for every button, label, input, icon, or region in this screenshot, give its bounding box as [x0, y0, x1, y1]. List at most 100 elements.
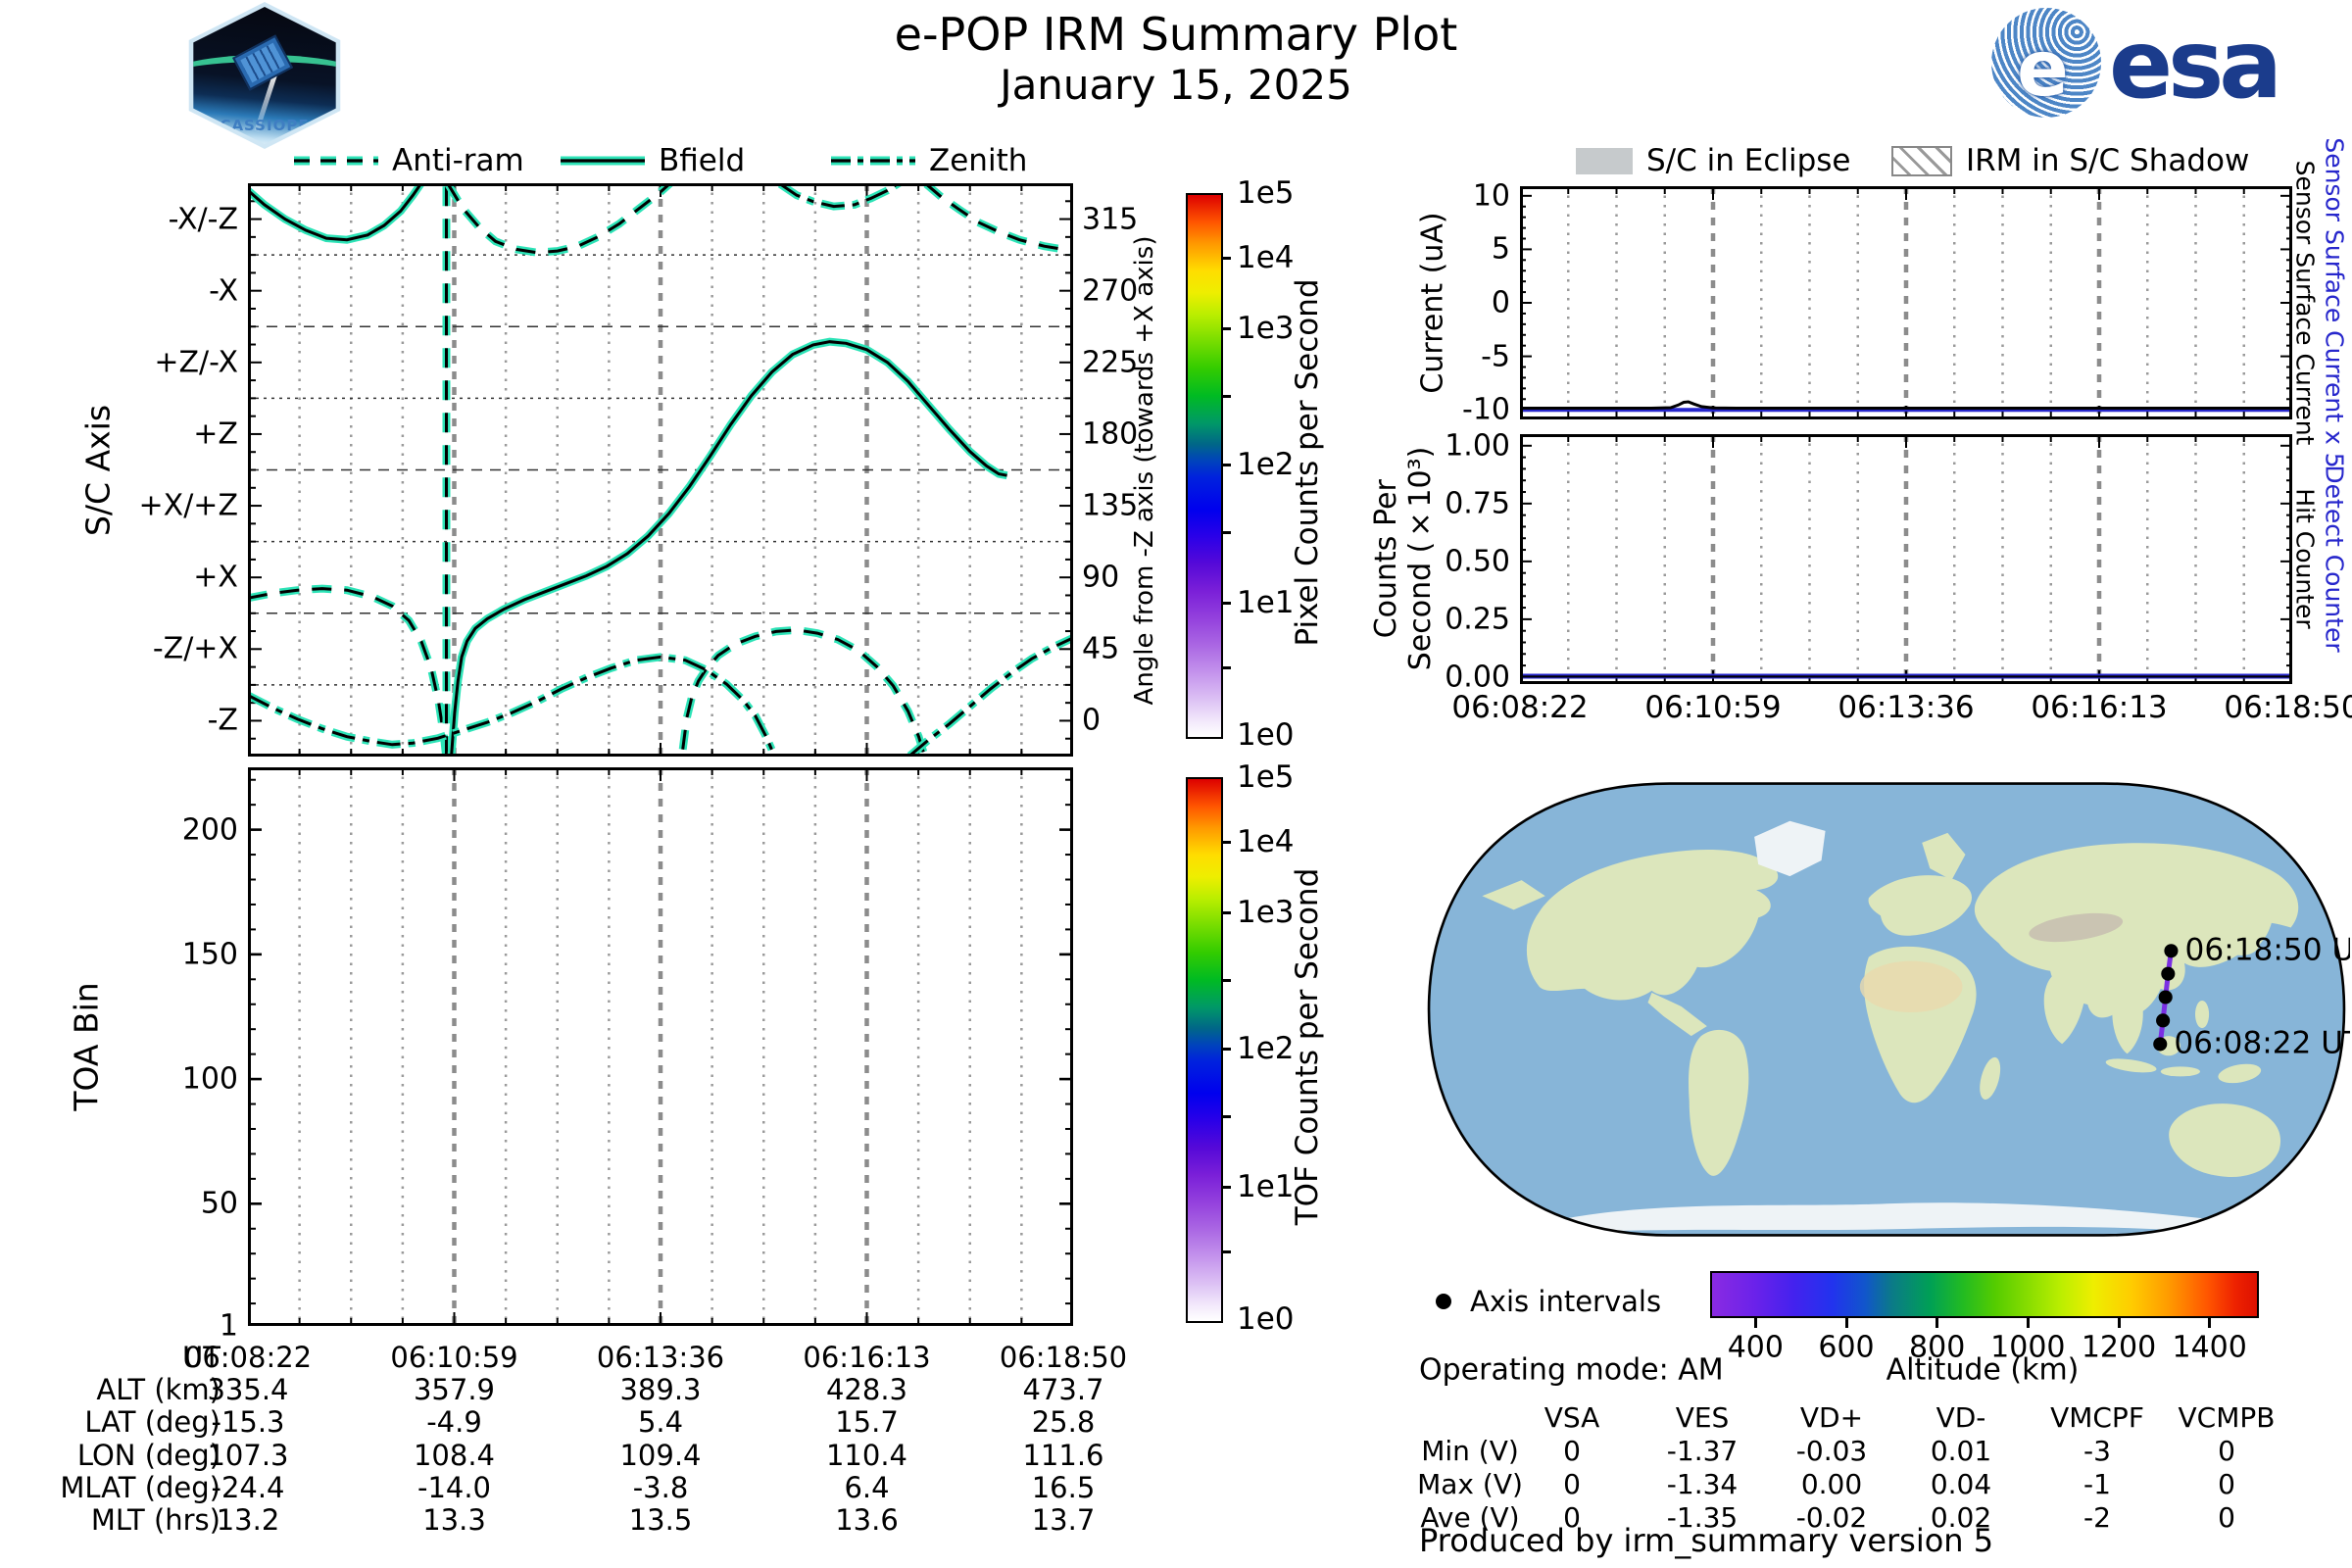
current-plot	[1520, 186, 2292, 419]
hit-counter-label: Hit Counter	[2290, 488, 2320, 629]
colorbar-minor-tick	[1221, 395, 1231, 399]
anti-ram-curve	[444, 183, 676, 257]
voltage-column-header: VD-	[1936, 1401, 1986, 1434]
track-end-time: 06:18:50 UT	[2185, 932, 2350, 967]
dashed-line-icon	[294, 156, 378, 166]
altitude-tick	[1844, 1316, 1848, 1328]
colorbar-tick	[1221, 327, 1231, 331]
attitude-plot	[248, 183, 1073, 757]
zenith-curve-core	[248, 655, 776, 757]
colorbar-minor-tick	[1221, 665, 1231, 669]
attitude-ytick-label: -Z	[207, 703, 238, 738]
legend-label: Bfield	[659, 143, 746, 178]
ephemeris-row-label: MLT (hrs)	[90, 1503, 220, 1537]
cbar-pix-tick-label: 1e1	[1237, 584, 1295, 620]
ephemeris-cell: 13.7	[1031, 1503, 1096, 1537]
voltage-cell: -1.34	[1666, 1468, 1739, 1500]
zenith-curve-core	[908, 636, 1073, 757]
track-point-06:16:13	[2161, 966, 2176, 981]
time-tick-label: 06:18:50	[2224, 690, 2352, 725]
attitude-ylabel: S/C Axis	[78, 404, 118, 537]
new-zealand	[2308, 1168, 2327, 1193]
altitude-tick-label: 600	[1818, 1330, 1875, 1365]
eclipse-label: S/C in Eclipse	[1646, 143, 1851, 178]
ephemeris-cell: 25.8	[1031, 1405, 1096, 1439]
altitude-tick-label: 800	[1909, 1330, 1966, 1365]
ephemeris-row-label: ALT (km)	[96, 1373, 220, 1406]
current-ylabel: Current (uA)	[1415, 212, 1450, 394]
attitude-ytick-label: +Z	[193, 416, 238, 452]
ephemeris-row-label: LON (deg)	[76, 1439, 220, 1472]
sahara	[1859, 960, 1963, 1013]
voltage-cell: -0.02	[1795, 1501, 1868, 1534]
ephemeris-row-label: MLAT (deg)	[60, 1471, 220, 1504]
voltage-cell: 0	[1563, 1501, 1581, 1534]
voltage-cell: 0	[2218, 1435, 2235, 1467]
voltage-cell: 0.02	[1930, 1501, 1992, 1534]
current-ytick-label: -10	[1462, 392, 1510, 427]
altitude-tick-label: 1000	[1990, 1330, 2066, 1365]
colorbar-tick	[1221, 911, 1231, 915]
solid-line-icon	[561, 156, 645, 166]
colorbar-minor-tick	[1221, 979, 1231, 983]
toa-ytick-label: 150	[181, 937, 238, 972]
colorbar-minor-tick	[1221, 530, 1231, 534]
ephemeris-cell: -4.9	[426, 1405, 482, 1439]
cbar-pix-tick-label: 1e2	[1237, 446, 1295, 482]
voltage-cell: -2	[2083, 1501, 2111, 1534]
plot-att-svg	[248, 183, 1073, 757]
ephemeris-cell: 110.4	[825, 1439, 908, 1472]
cbar-pix-tick-label: 1e5	[1237, 175, 1295, 211]
voltage-cell: -0.03	[1795, 1435, 1868, 1467]
voltage-cell: -1.37	[1666, 1435, 1739, 1467]
current-ytick-label: 5	[1491, 231, 1510, 267]
time-tick-label: 06:16:13	[2031, 690, 2168, 725]
ephemeris-cell: 06:08:22	[183, 1341, 313, 1374]
eclipse-swatch	[1576, 147, 1633, 174]
operating-mode: Operating mode: AM	[1419, 1352, 1724, 1388]
ephemeris-cell: 107.3	[207, 1439, 289, 1472]
counters-ytick-label: 0.25	[1445, 602, 1510, 637]
voltage-cell: -3	[2083, 1435, 2111, 1467]
attitude-ytick-label: -X	[209, 273, 238, 309]
cbar-tof-tick-label: 1e4	[1237, 824, 1295, 860]
attitude-right-ytick-label: 315	[1082, 202, 1139, 237]
current-ytick-label: -5	[1481, 339, 1510, 374]
zenith-curve	[248, 653, 778, 757]
plot-toa-svg	[248, 767, 1073, 1326]
altitude-tick	[1753, 1316, 1757, 1328]
colorbar-tick	[1221, 1185, 1231, 1189]
legend-item-bfield: Bfield	[561, 143, 745, 178]
sensor-surface-current-x5-label: Sensor Surface Current x 5	[2320, 137, 2349, 468]
voltage-cell: 0	[1563, 1435, 1581, 1467]
voltage-row-label: Max (V)	[1417, 1468, 1523, 1500]
altitude-colorbar	[1710, 1271, 2259, 1318]
zenith-curve	[906, 634, 1073, 757]
track-point-06:10:59	[2156, 1013, 2171, 1028]
colorbar-tick	[1221, 257, 1231, 261]
esa-globe-icon: e	[1991, 8, 2101, 118]
pixel-colorbar-title: Pixel Counts per Second	[1290, 278, 1325, 647]
altitude-tick	[2026, 1316, 2030, 1328]
attitude-ytick-label: +X	[193, 560, 238, 595]
legend-item-zenith: Zenith	[831, 143, 1027, 178]
ephemeris-cell: 06:16:13	[803, 1341, 931, 1374]
anti-ram-curve-core	[446, 183, 673, 255]
attitude-right-ytick-label: 180	[1082, 416, 1139, 452]
ephemeris-cell: 15.7	[835, 1405, 899, 1439]
counters-ytick-label: 0.50	[1445, 544, 1510, 579]
anti-ram-curve-core	[681, 628, 926, 757]
ephemeris-cell: 335.4	[207, 1373, 289, 1406]
attitude-ytick-label: -X/-Z	[168, 202, 238, 237]
current-ytick-label: 0	[1491, 285, 1510, 320]
ephemeris-cell: 13.3	[422, 1503, 486, 1537]
track-point-06:08:22	[2153, 1037, 2168, 1052]
counters-ytick-label: 1.00	[1445, 428, 1510, 464]
axis-interval-dot-icon	[1436, 1294, 1451, 1309]
voltage-column-header: VMCPF	[2050, 1401, 2144, 1434]
toa-ylabel: TOA Bin	[67, 982, 106, 1111]
ephemeris-cell: 06:13:36	[596, 1341, 725, 1374]
colorbar-tick	[1221, 601, 1231, 605]
altitude-tick	[2117, 1316, 2121, 1328]
dashdot-line-icon	[831, 156, 915, 166]
